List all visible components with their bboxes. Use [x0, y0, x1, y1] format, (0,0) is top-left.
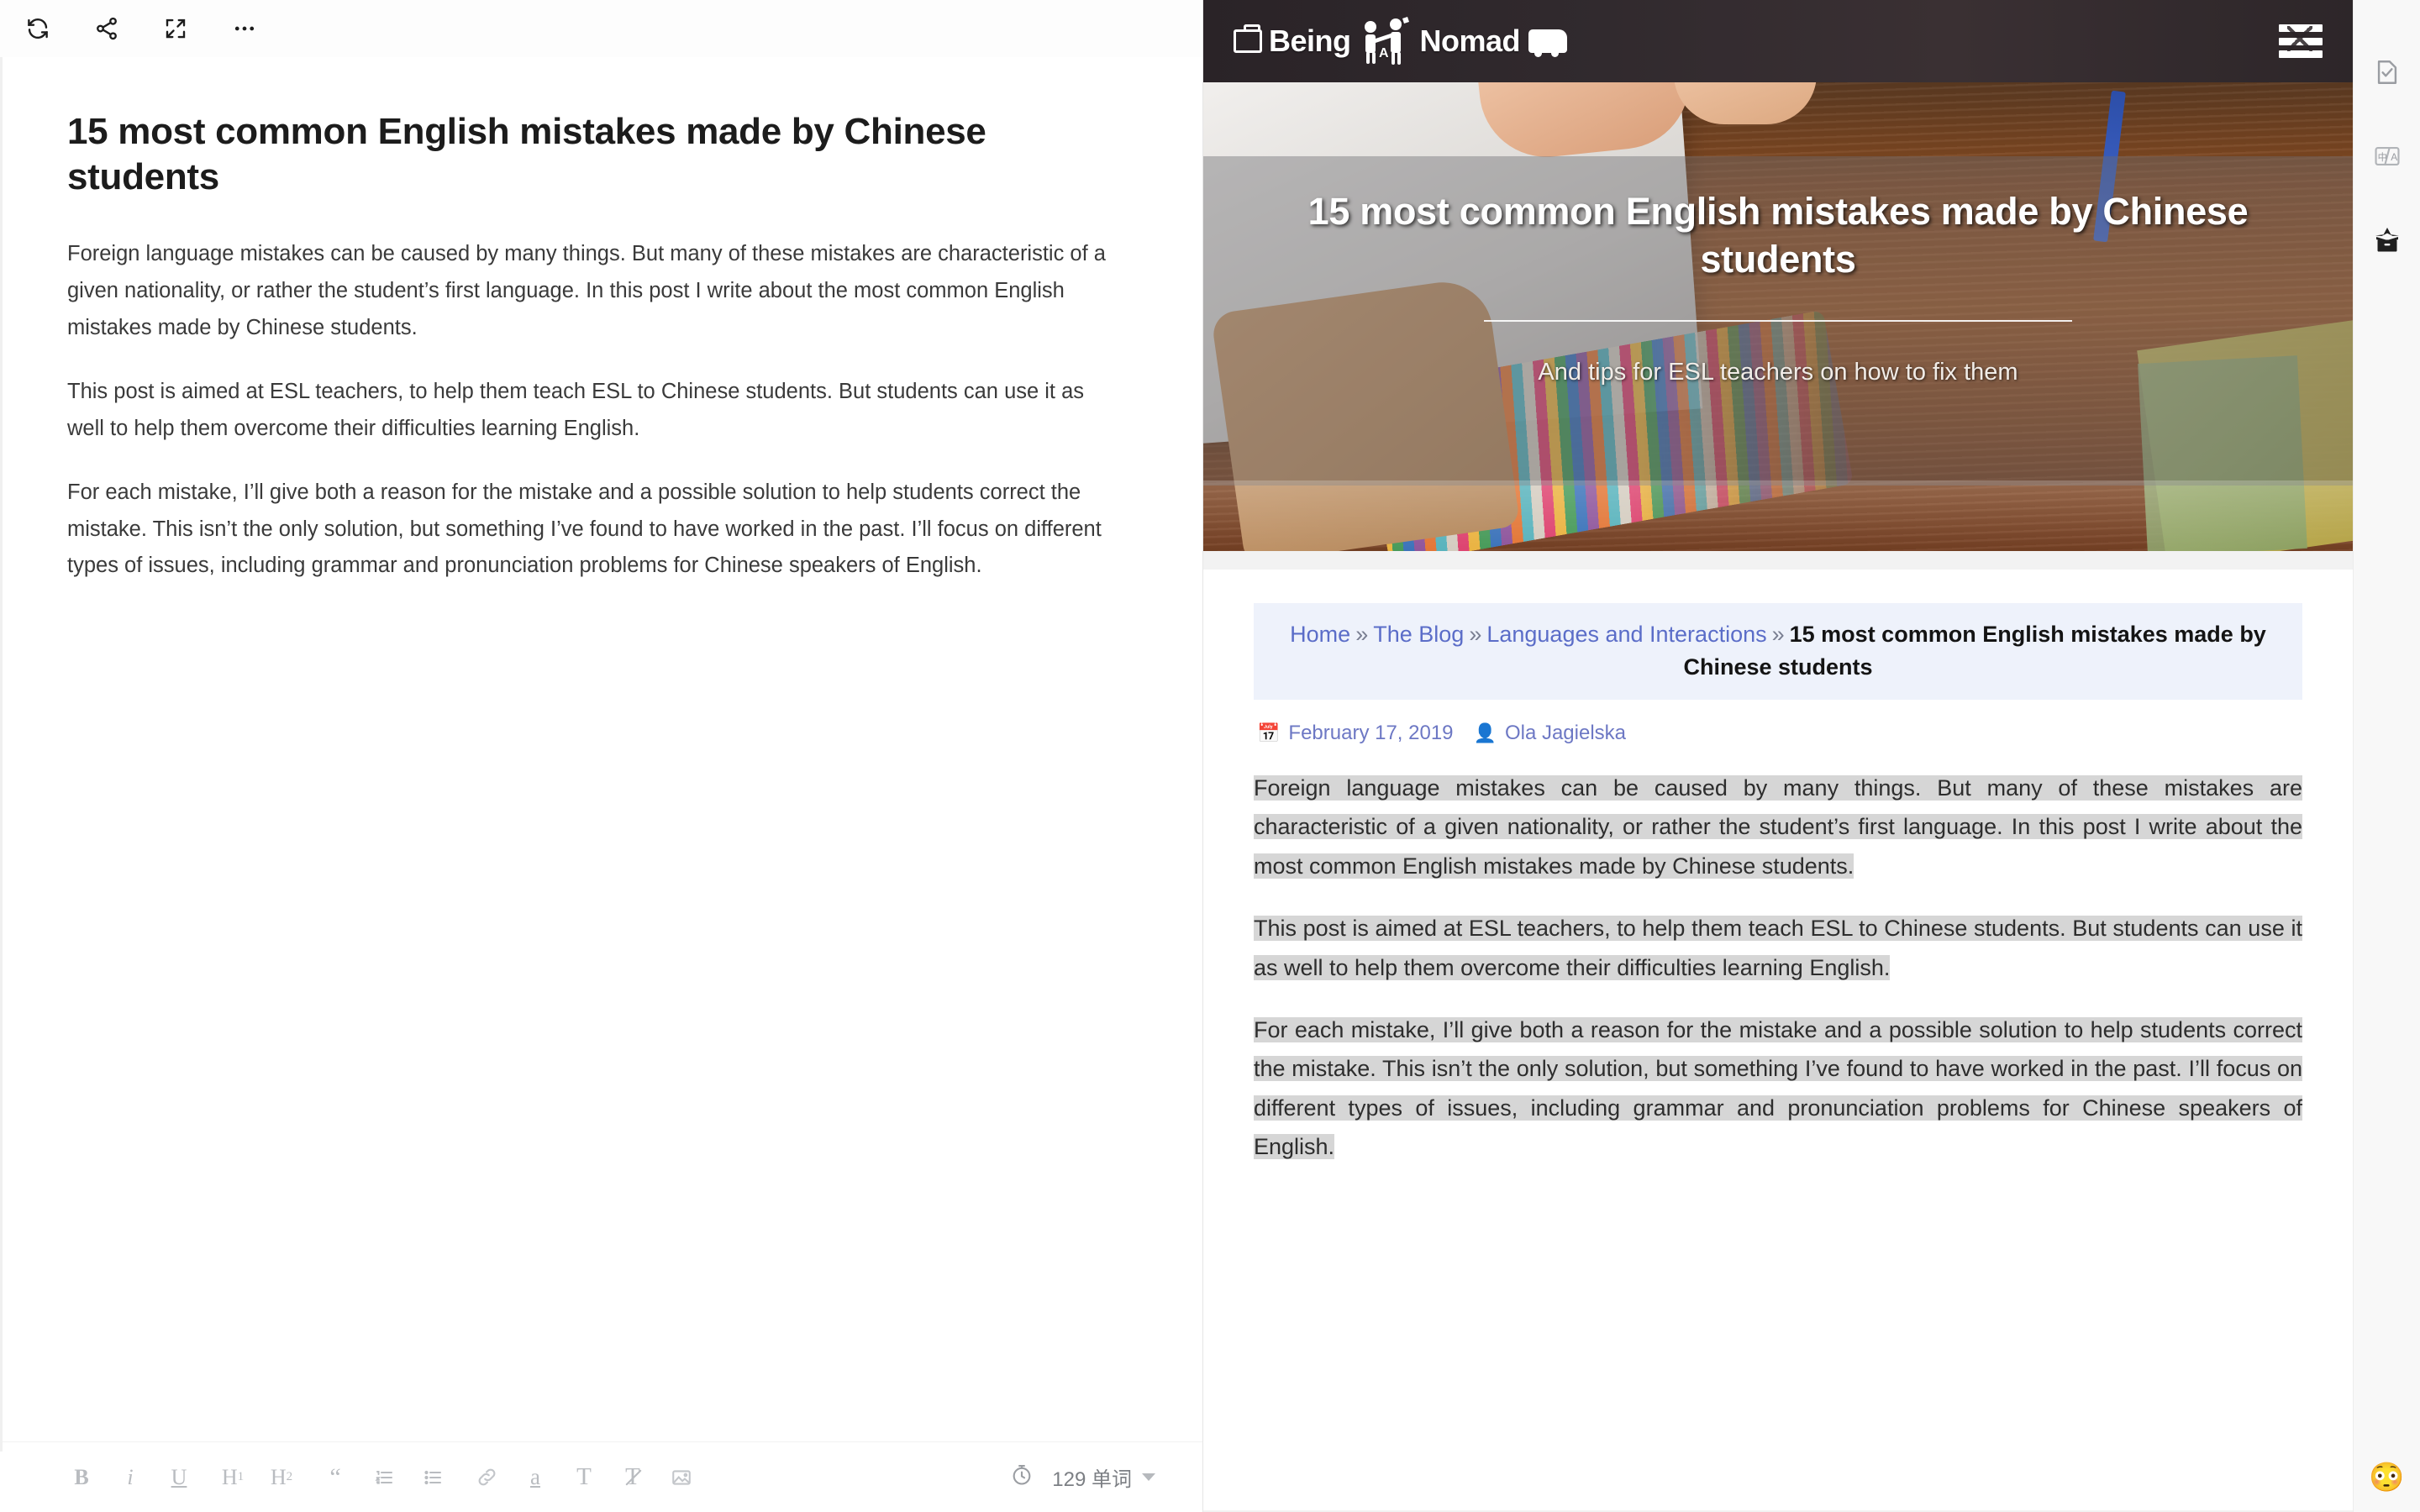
breadcrumb-separator: » [1771, 622, 1785, 647]
editor-footer-right: 129 单词 [1010, 1462, 1155, 1492]
calendar-icon: 📅 [1257, 722, 1281, 743]
editor-toolbar [0, 0, 1202, 57]
site-header: Being A Nomad [1203, 0, 2353, 82]
user-icon: 👤 [1473, 722, 1497, 743]
breadcrumb-current: 15 most common English mistakes made by … [1683, 622, 2266, 680]
hero-title: 15 most common English mistakes made by … [1307, 190, 2249, 281]
heading-1-button[interactable]: H1 [218, 1461, 247, 1494]
web-preview-pane[interactable]: Being A Nomad 15 most common English mis… [1203, 0, 2353, 1512]
suitcase-icon [1234, 24, 1262, 53]
breadcrumb-item-home[interactable]: Home [1290, 622, 1350, 647]
insert-image-button[interactable] [667, 1461, 696, 1494]
link-button[interactable] [472, 1461, 501, 1494]
selected-text: Foreign language mistakes can be caused … [1254, 774, 2302, 879]
post-paragraph: For each mistake, I’ll give both a reaso… [1254, 1011, 2302, 1167]
breadcrumb: Home» The Blog» Languages and Interactions… [1254, 603, 2302, 700]
chevron-down-icon[interactable] [1142, 1473, 1155, 1481]
editor-content[interactable]: 15 most common English mistakes made by … [0, 57, 1202, 1441]
more-options-icon[interactable] [225, 9, 264, 48]
svg-text:A: A [2391, 151, 2397, 163]
hero-text-block: 15 most common English mistakes made by … [1203, 188, 2353, 386]
breadcrumb-item-the-blog[interactable]: The Blog [1373, 622, 1464, 647]
document-paragraph[interactable]: This post is aimed at ESL teachers, to h… [67, 374, 1113, 448]
caravan-icon [1528, 29, 1568, 57]
app-root: 15 most common English mistakes made by … [0, 0, 2420, 1512]
document-paragraph[interactable]: Foreign language mistakes can be caused … [67, 236, 1113, 347]
article-card: Home» The Blog» Languages and Interactions… [1203, 570, 2353, 1510]
rail-bottom: 😳 [2354, 1463, 2420, 1492]
hero-banner: 15 most common English mistakes made by … [1203, 82, 2353, 551]
word-count-label[interactable]: 129 单词 [1052, 1462, 1155, 1492]
menu-hamburger-icon[interactable] [2279, 24, 2323, 58]
post-paragraph: This post is aimed at ESL teachers, to h… [1254, 909, 2302, 987]
selected-text: For each mistake, I’ll give both a reaso… [1254, 1017, 2302, 1160]
breadcrumb-separator: » [1355, 622, 1369, 647]
breadcrumb-separator: » [1469, 622, 1482, 647]
ordered-list-button[interactable] [370, 1461, 398, 1494]
post-date[interactable]: February 17, 2019 [1288, 722, 1453, 745]
logo-text-first: Being [1269, 24, 1351, 58]
hero-subtitle: And tips for ESL teachers on how to fix … [1538, 359, 2018, 386]
document-title[interactable]: 15 most common English mistakes made by … [67, 109, 1101, 199]
share-icon[interactable] [87, 9, 126, 48]
bold-button[interactable]: B [67, 1461, 96, 1494]
svg-text:A: A [1379, 46, 1389, 60]
word-count-value: 129 单词 [1052, 1468, 1132, 1491]
refresh-icon[interactable] [18, 9, 57, 48]
svg-text:中: 中 [2377, 152, 2386, 163]
format-button-group: B i U H1 H2 “ a T T [67, 1461, 696, 1494]
blockquote-button[interactable]: “ [321, 1461, 350, 1494]
post-author[interactable]: Ola Jagielska [1505, 722, 1626, 745]
surprise-box-icon[interactable] [2365, 218, 2409, 262]
highlight-button[interactable]: a [521, 1461, 550, 1494]
logo-text-last: Nomad [1419, 24, 1521, 58]
document-check-icon[interactable] [2365, 50, 2409, 94]
emoji-icon[interactable]: 😳 [2369, 1463, 2404, 1492]
breadcrumb-item-languages-and-interactions[interactable]: Languages and Interactions [1486, 622, 1766, 647]
site-logo[interactable]: Being A Nomad [1234, 17, 1568, 66]
hero-divider [1484, 320, 2072, 323]
selected-text: This post is aimed at ESL teachers, to h… [1254, 916, 2302, 980]
underline-button[interactable]: U [165, 1461, 193, 1494]
clear-formatting-button[interactable]: T [618, 1461, 647, 1494]
fullscreen-icon[interactable] [156, 9, 195, 48]
heading-2-button[interactable]: H2 [267, 1461, 296, 1494]
post-meta: 📅 February 17, 2019 👤 Ola Jagielska [1257, 722, 2302, 745]
translate-icon[interactable]: 中 A [2365, 134, 2409, 178]
people-icon: A [1359, 17, 1413, 66]
document-paragraph[interactable]: For each mistake, I’ll give both a reaso… [67, 475, 1113, 585]
post-paragraph: Foreign language mistakes can be caused … [1254, 769, 2302, 885]
tool-rail: 中 A 😳 [2353, 0, 2420, 1512]
editor-pane: 15 most common English mistakes made by … [0, 0, 1203, 1512]
timer-icon[interactable] [1010, 1463, 1034, 1491]
editor-scroll-edge[interactable] [0, 57, 3, 1452]
text-color-button[interactable]: T [570, 1461, 598, 1494]
unordered-list-button[interactable] [418, 1461, 447, 1494]
italic-button[interactable]: i [116, 1461, 145, 1494]
editor-format-toolbar: B i U H1 H2 “ a T T 129 单词 [0, 1441, 1202, 1512]
